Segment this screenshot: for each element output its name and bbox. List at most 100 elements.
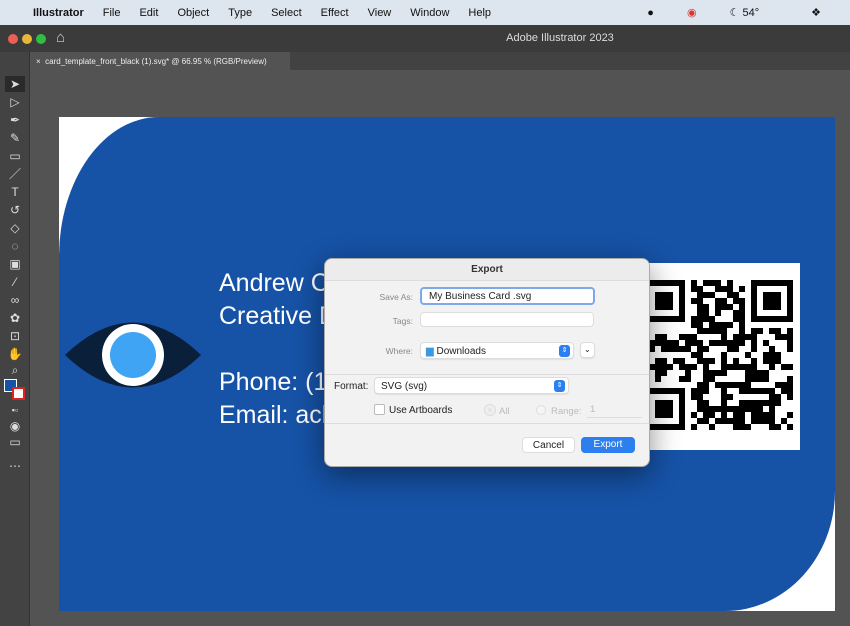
brush-tool-icon[interactable]: ／ bbox=[5, 166, 25, 182]
menu-type[interactable]: Type bbox=[228, 7, 252, 19]
qr-module bbox=[673, 340, 679, 346]
qr-module bbox=[757, 412, 763, 418]
qr-module bbox=[787, 340, 793, 346]
qr-module bbox=[775, 334, 781, 340]
where-select[interactable]: ▆ Downloads ⇕ bbox=[420, 342, 574, 359]
qr-module bbox=[685, 334, 691, 340]
menu-select[interactable]: Select bbox=[271, 7, 302, 19]
eyedropper-tool-icon[interactable]: ⁄ bbox=[5, 274, 25, 290]
type-tool-icon[interactable]: T bbox=[5, 184, 25, 200]
qr-module bbox=[787, 382, 793, 388]
document-tab-bar: × card_template_front_black (1).svg* @ 6… bbox=[30, 52, 850, 70]
qr-module bbox=[781, 364, 787, 370]
qr-module bbox=[751, 388, 757, 394]
qr-module bbox=[733, 358, 739, 364]
format-label: Format: bbox=[334, 381, 369, 392]
format-select[interactable]: SVG (svg) ⇕ bbox=[374, 377, 569, 394]
qr-module bbox=[703, 358, 709, 364]
stroke-color-swatch[interactable] bbox=[12, 387, 25, 400]
menu-file[interactable]: File bbox=[103, 7, 121, 19]
menu-view[interactable]: View bbox=[368, 7, 392, 19]
menu-window[interactable]: Window bbox=[410, 7, 449, 19]
menu-edit[interactable]: Edit bbox=[139, 7, 158, 19]
qr-module bbox=[727, 340, 733, 346]
qr-module bbox=[751, 376, 757, 382]
export-button[interactable]: Export bbox=[581, 437, 635, 453]
all-radio[interactable] bbox=[485, 405, 495, 415]
use-artboards-checkbox[interactable] bbox=[374, 404, 385, 415]
eraser-tool-icon[interactable]: ◇ bbox=[5, 220, 25, 236]
more-tools-icon[interactable]: ⋯ bbox=[5, 458, 25, 474]
blend-tool-icon[interactable]: ∞ bbox=[5, 292, 25, 308]
qr-module bbox=[763, 376, 769, 382]
qr-module bbox=[661, 370, 667, 376]
qr-module bbox=[715, 406, 721, 412]
artboard-tool-icon[interactable]: ⊡ bbox=[5, 328, 25, 344]
qr-module bbox=[757, 418, 763, 424]
close-tab-icon[interactable]: × bbox=[36, 57, 41, 66]
qr-module bbox=[655, 334, 661, 340]
menu-help[interactable]: Help bbox=[468, 7, 491, 19]
rotate-tool-icon[interactable]: ↺ bbox=[5, 202, 25, 218]
gradient-tool-icon[interactable]: ▣ bbox=[5, 256, 25, 272]
qr-module bbox=[769, 364, 775, 370]
menu-app[interactable]: Illustrator bbox=[33, 7, 84, 19]
save-as-label: Save As: bbox=[379, 292, 413, 302]
qr-module bbox=[691, 352, 697, 358]
qr-module bbox=[721, 286, 727, 292]
qr-module bbox=[739, 400, 745, 406]
stepper-icon: ⇕ bbox=[554, 380, 565, 392]
divider bbox=[325, 423, 649, 424]
curvature-tool-icon[interactable]: ✎ bbox=[5, 130, 25, 146]
qr-module bbox=[697, 304, 703, 310]
card-phone: Phone: (1 bbox=[219, 368, 324, 396]
qr-module bbox=[721, 322, 727, 328]
dropbox-icon[interactable]: ❖ bbox=[811, 6, 821, 19]
qr-module bbox=[697, 292, 703, 298]
qr-module bbox=[691, 412, 697, 418]
tags-input[interactable] bbox=[420, 312, 594, 327]
save-as-input[interactable]: My Business Card .svg bbox=[420, 287, 595, 305]
qr-module bbox=[733, 310, 739, 316]
color-mode-icon[interactable]: ▪▫ bbox=[5, 402, 25, 418]
screen-mode-icon[interactable]: ▭ bbox=[5, 434, 25, 450]
qr-module bbox=[715, 322, 721, 328]
lasso-tool-icon[interactable]: ◌ bbox=[5, 238, 25, 254]
menu-effect[interactable]: Effect bbox=[321, 7, 349, 19]
qr-module bbox=[691, 388, 697, 394]
qr-module bbox=[739, 388, 745, 394]
cancel-button[interactable]: Cancel bbox=[522, 437, 575, 453]
qr-module bbox=[703, 364, 709, 370]
pen-tool-icon[interactable]: ✒ bbox=[5, 112, 25, 128]
qr-module bbox=[727, 322, 733, 328]
qr-module bbox=[685, 340, 691, 346]
qr-module bbox=[709, 328, 715, 334]
qr-module bbox=[787, 388, 793, 394]
selection-tool-icon[interactable]: ➤ bbox=[5, 76, 25, 92]
qr-module bbox=[751, 370, 757, 376]
symbol-tool-icon[interactable]: ✿ bbox=[5, 310, 25, 326]
qr-module bbox=[787, 328, 793, 334]
weather-widget[interactable]: ☾ 54° bbox=[730, 6, 779, 19]
qr-module bbox=[703, 370, 709, 376]
qr-module bbox=[715, 280, 721, 286]
range-radio[interactable] bbox=[536, 405, 546, 415]
qr-module bbox=[715, 328, 721, 334]
expand-browser-button[interactable]: ⌄ bbox=[580, 342, 595, 358]
zoom-tool-icon[interactable]: ⌕ bbox=[5, 362, 25, 378]
direct-selection-tool-icon[interactable]: ▷ bbox=[5, 94, 25, 110]
draw-mode-icon[interactable]: ◉ bbox=[5, 418, 25, 434]
qr-module bbox=[769, 400, 775, 406]
hand-tool-icon[interactable]: ✋ bbox=[5, 346, 25, 362]
menu-object[interactable]: Object bbox=[177, 7, 209, 19]
range-input[interactable]: 1 bbox=[587, 404, 642, 418]
qr-module bbox=[769, 412, 775, 418]
qr-module bbox=[691, 286, 697, 292]
qr-module bbox=[709, 316, 715, 322]
qr-module bbox=[703, 304, 709, 310]
qr-module bbox=[655, 358, 661, 364]
rectangle-tool-icon[interactable]: ▭ bbox=[5, 148, 25, 164]
screen-record-icon[interactable]: ◉ bbox=[687, 6, 697, 19]
document-tab[interactable]: × card_template_front_black (1).svg* @ 6… bbox=[30, 52, 290, 70]
arch-icon[interactable]: ● bbox=[647, 7, 654, 19]
